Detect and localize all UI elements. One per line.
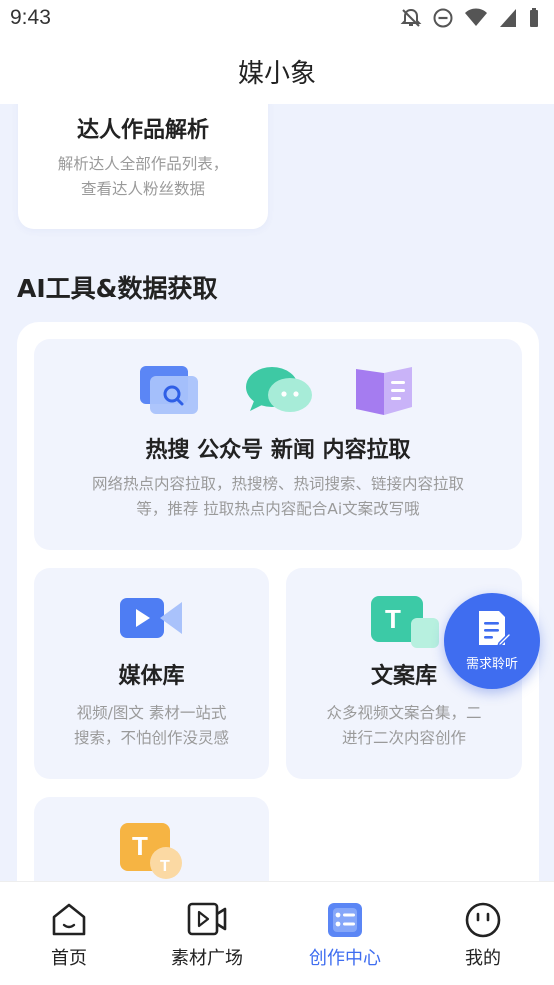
tab-home-label: 首页	[51, 948, 87, 969]
video-icon	[187, 902, 227, 936]
book-icon	[356, 367, 412, 415]
text-doc-icon: T	[371, 596, 439, 648]
media-library-desc-line2: 搜索，不怕创作没灵感	[73, 729, 229, 747]
text-tool-card[interactable]: T T	[34, 797, 269, 881]
smile-icon	[465, 902, 501, 938]
tab-mine-label: 我的	[465, 948, 501, 969]
wifi-icon	[465, 8, 487, 26]
status-icons	[400, 7, 540, 29]
search-doc-icon	[140, 366, 198, 414]
expert-analysis-card[interactable]: 达人作品解析 解析达人全部作品列表， 查看达人粉丝数据	[18, 104, 268, 229]
requirement-listen-button[interactable]: 需求聆听	[444, 593, 540, 689]
svg-text:T: T	[132, 831, 148, 861]
section-title: AI工具&数据获取	[17, 274, 218, 303]
tab-creation-center[interactable]: 创作中心	[276, 882, 414, 985]
notifications-off-icon	[400, 8, 422, 27]
content-crawl-desc-line1: 网络热点内容拉取，热搜榜、热词搜索、链接内容拉取	[91, 475, 464, 493]
media-library-card[interactable]: 媒体库 视频/图文 素材一站式 搜索，不怕创作没灵感	[34, 568, 269, 779]
tab-material-square[interactable]: 素材广场	[138, 882, 276, 985]
do-not-disturb-icon	[433, 8, 453, 28]
content-crawl-desc: 网络热点内容拉取，热搜榜、热词搜索、链接内容拉取 等，推荐 拉取热点内容配合Ai…	[34, 472, 522, 522]
tab-mine[interactable]: 我的	[414, 882, 552, 985]
copy-library-desc-line1: 众多视频文案合集，二	[326, 704, 482, 722]
app-bar: 媒小象	[0, 38, 554, 104]
expert-analysis-title: 达人作品解析	[76, 118, 209, 143]
expert-analysis-desc: 解析达人全部作品列表， 查看达人粉丝数据	[18, 152, 268, 202]
content-crawl-card[interactable]: 热搜 公众号 新闻 内容拉取 网络热点内容拉取，热搜榜、热词搜索、链接内容拉取 …	[34, 339, 522, 550]
media-library-title: 媒体库	[118, 664, 185, 689]
media-library-desc: 视频/图文 素材一站式 搜索，不怕创作没灵感	[34, 701, 269, 751]
tab-material-square-label: 素材广场	[171, 948, 243, 969]
expert-analysis-desc-line2: 查看达人粉丝数据	[80, 180, 205, 198]
tab-home[interactable]: 首页	[0, 882, 138, 985]
battery-icon	[530, 8, 538, 27]
text-tool-icon: T T	[120, 823, 182, 879]
copy-library-desc: 众多视频文案合集，二 进行二次内容创作	[286, 701, 522, 751]
svg-text:T: T	[385, 604, 401, 634]
status-bar: 9:43	[0, 0, 554, 38]
wechat-icon	[246, 367, 312, 412]
content-crawl-desc-line2: 等，推荐 拉取热点内容配合Ai文案改写哦	[136, 500, 420, 518]
expert-analysis-desc-line1: 解析达人全部作品列表，	[57, 155, 229, 173]
content-crawl-title: 热搜 公众号 新闻 内容拉取	[145, 438, 411, 463]
list-icon	[328, 903, 362, 937]
video-camera-icon	[120, 598, 182, 638]
requirement-listen-label: 需求聆听	[465, 657, 518, 672]
signal-icon	[500, 9, 516, 27]
media-library-desc-line1: 视频/图文 素材一站式	[76, 704, 227, 722]
home-icon	[52, 903, 86, 936]
status-time: 9:43	[10, 6, 51, 29]
main-content[interactable]: 达人作品解析 解析达人全部作品列表， 查看达人粉丝数据 AI工具&数据获取 热搜…	[0, 104, 554, 881]
bottom-tab-bar: 首页 素材广场 创作中心 我的	[0, 881, 554, 985]
tab-creation-center-label: 创作中心	[309, 948, 381, 969]
edit-document-icon	[479, 611, 511, 648]
svg-text:T: T	[160, 858, 170, 875]
page-title: 媒小象	[237, 58, 316, 89]
copy-library-desc-line2: 进行二次内容创作	[341, 729, 466, 747]
